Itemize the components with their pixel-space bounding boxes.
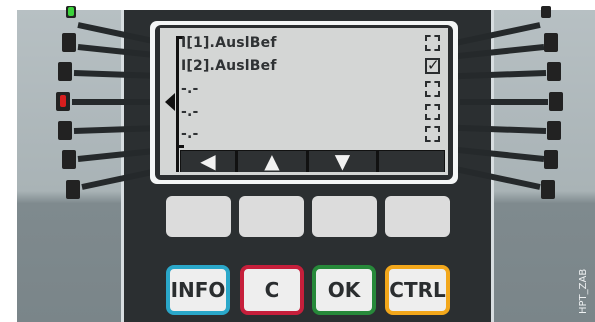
led-right-4 (549, 92, 563, 111)
side-label: HPT_ZAB (578, 268, 589, 314)
lcd-row-1[interactable]: I[1].AuslBef (181, 35, 277, 51)
lcd-checkbox-1[interactable] (425, 35, 440, 51)
lcd-row-5[interactable]: -.- (181, 126, 199, 142)
c-button[interactable]: C (240, 265, 304, 315)
lcd-nav-down[interactable]: ▼ (309, 151, 376, 172)
lcd-list-bracket (176, 38, 179, 172)
led-left-5 (58, 121, 72, 140)
lcd-cursor-arrow-icon (165, 93, 175, 111)
connector-right-4 (460, 99, 548, 105)
softkey-1[interactable] (166, 196, 231, 237)
led-right-6 (544, 150, 558, 169)
lcd-checkbox-5[interactable] (425, 126, 440, 142)
led-left-3 (58, 62, 72, 81)
lcd-row-3[interactable]: -.- (181, 81, 199, 97)
ctrl-button[interactable]: CTRL (385, 265, 450, 315)
softkey-2[interactable] (239, 196, 304, 237)
led-left-2 (62, 33, 76, 52)
led-right-7 (541, 180, 555, 199)
lcd-checkbox-2[interactable]: ✓ (425, 56, 440, 74)
led-left-7 (66, 180, 80, 199)
lcd-checkbox-3[interactable] (425, 81, 440, 97)
led-right-1 (541, 6, 551, 18)
connector-left-4 (72, 99, 156, 105)
lcd-nav-blank[interactable] (379, 151, 444, 172)
led-right-3 (547, 62, 561, 81)
led-left-1 (66, 6, 76, 18)
check-icon: ✓ (427, 56, 440, 74)
info-button[interactable]: INFO (166, 265, 230, 315)
lcd-row-2[interactable]: I[2].AuslBef (181, 58, 277, 74)
lcd-nav-up[interactable]: ▲ (238, 151, 306, 172)
lcd-nav-left[interactable]: ◀ (181, 151, 235, 172)
softkey-4[interactable] (385, 196, 450, 237)
led-right-5 (547, 121, 561, 140)
led-left-4 (56, 92, 70, 111)
softkey-3[interactable] (312, 196, 377, 237)
lcd-row-4[interactable]: -.- (181, 104, 199, 120)
led-left-6 (62, 150, 76, 169)
lcd-bracket-bottom (176, 145, 184, 148)
led-right-2 (544, 33, 558, 52)
ok-button[interactable]: OK (312, 265, 376, 315)
lcd-checkbox-4[interactable] (425, 104, 440, 120)
